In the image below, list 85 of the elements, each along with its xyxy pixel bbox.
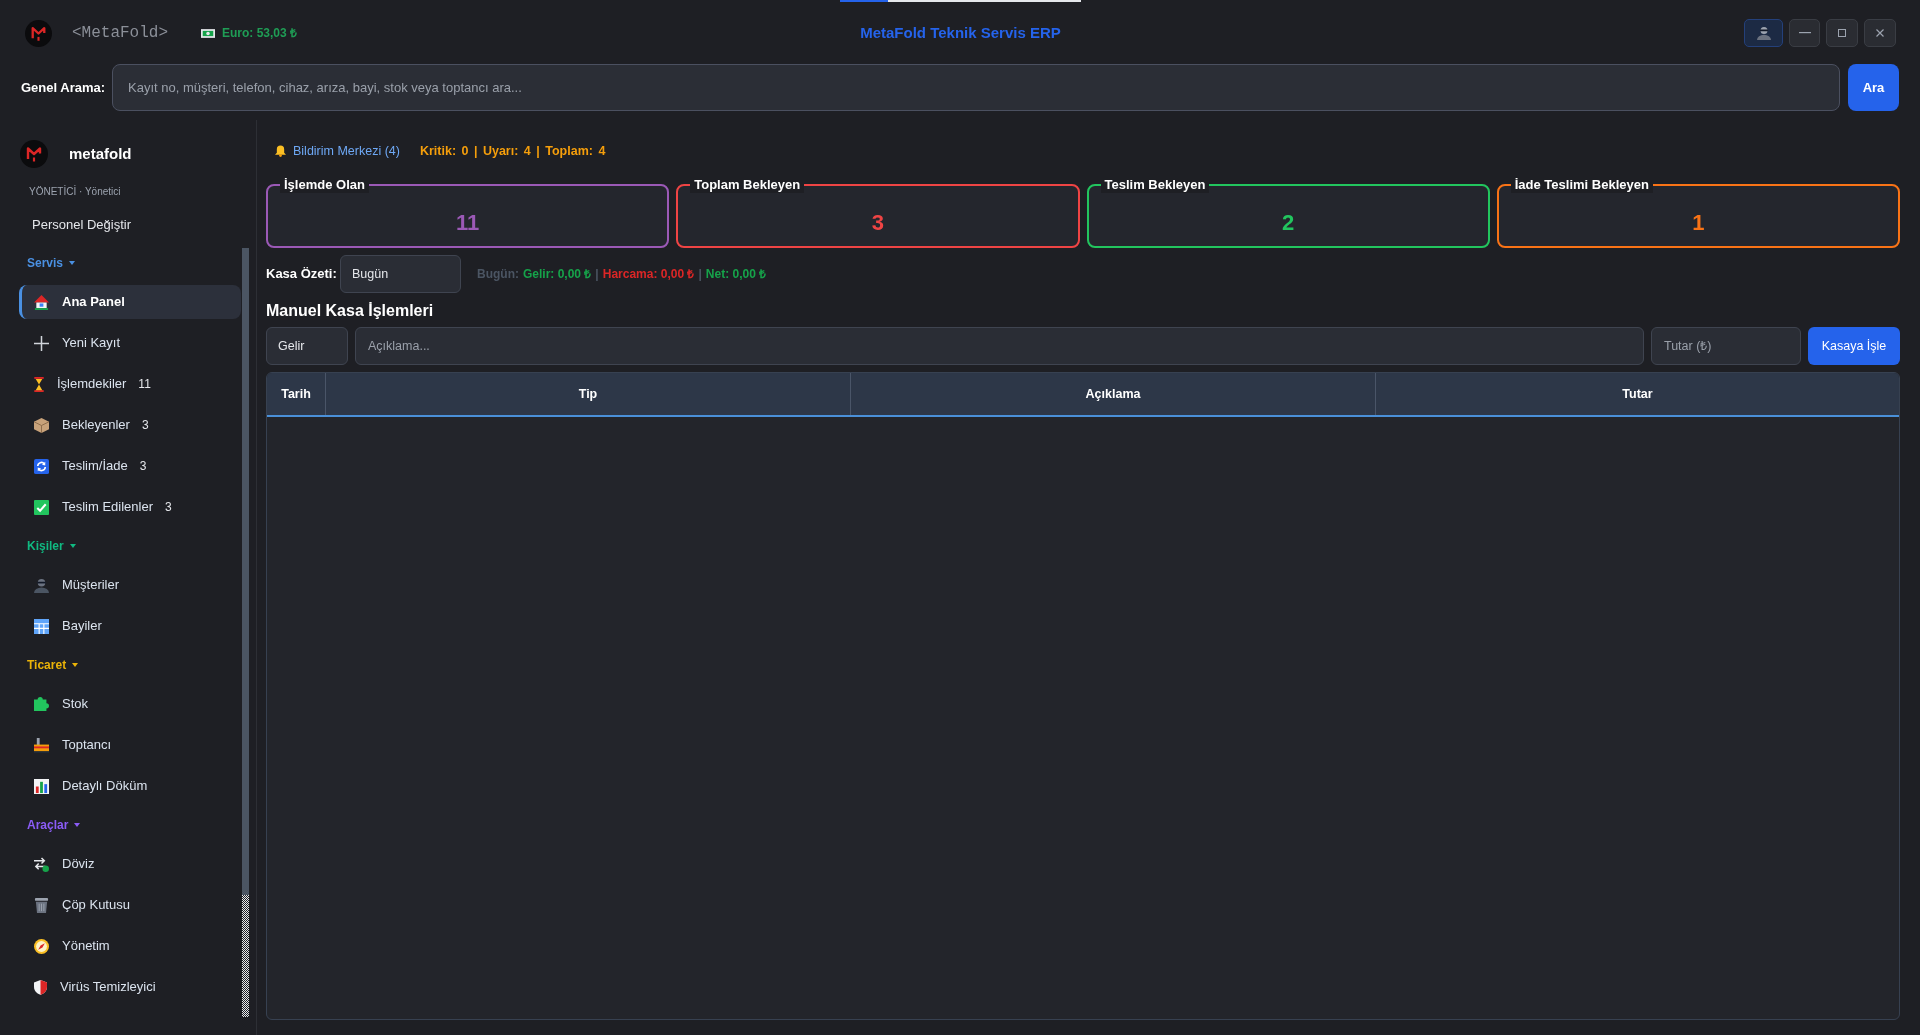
person-icon <box>1756 26 1771 40</box>
close-button[interactable] <box>1864 19 1896 47</box>
minimize-icon <box>1798 32 1811 34</box>
card-value: 3 <box>871 209 884 237</box>
cash-summary-value: | <box>595 266 599 283</box>
nav-item[interactable]: Çöp Kutusu <box>19 888 241 922</box>
nav-item[interactable]: İşlemdekiler 11 <box>19 367 241 401</box>
section-header[interactable]: Kişiler <box>19 531 76 561</box>
nav-item[interactable]: Döviz <box>19 847 241 881</box>
switch-user-button[interactable]: Personel Değiştir <box>32 216 131 234</box>
nav-item[interactable]: Teslim Edilenler 3 <box>19 490 241 524</box>
cash-summary-value: Gelir: 0,00 ₺ <box>523 266 592 283</box>
nav-item[interactable]: Stok <box>19 687 241 721</box>
card-value: 1 <box>1692 209 1705 237</box>
item-count: 3 <box>165 499 172 516</box>
nav-item[interactable]: Virüs Temizleyici <box>19 970 241 1004</box>
section-header[interactable]: Servis <box>19 248 76 278</box>
card-title: Toplam Bekleyen <box>690 177 805 193</box>
card-title: Teslim Bekleyen <box>1100 177 1210 193</box>
nav-item[interactable]: Toptancı <box>19 728 241 762</box>
column-header: Tarih <box>280 385 312 403</box>
checkmark-icon <box>34 499 49 515</box>
cash-summary-value: Bugün: <box>477 266 519 283</box>
arrows-cycle-icon <box>34 458 49 474</box>
card-title: İade Teslimi Bekleyen <box>1510 177 1653 193</box>
period-select[interactable]: Bugün <box>340 255 461 293</box>
cash-summary-value: Net: 0,00 ₺ <box>705 266 767 283</box>
notification-stats: Kritik: 0 | Uyarı: 4 | Toplam: 4 <box>419 142 606 160</box>
banknote-icon <box>201 28 215 38</box>
currency-rate: Euro: 53,03 ₺ <box>222 25 298 42</box>
type-select[interactable]: Gelir <box>266 327 348 365</box>
search-button[interactable]: Ara <box>1848 64 1899 111</box>
factory-icon <box>34 737 49 753</box>
section-heading: Manuel Kasa İşlemleri <box>266 301 434 321</box>
cash-summary-label: Kasa Özeti: <box>266 265 338 284</box>
cash-summary-value: Harcama: 0,00 ₺ <box>602 266 695 283</box>
compass-icon <box>34 938 49 954</box>
table-grid-icon <box>34 618 49 634</box>
nav-item[interactable]: Detaylı Döküm <box>19 769 241 803</box>
column-header: Tutar <box>1375 373 1899 415</box>
amount-field[interactable]: Tutar (₺) <box>1651 327 1801 365</box>
item-count: 3 <box>141 417 149 434</box>
section-header[interactable]: Ticaret <box>19 650 79 680</box>
nav-item[interactable]: Bayiler <box>19 609 241 643</box>
user-button[interactable] <box>1744 19 1783 47</box>
bar-chart-icon <box>34 778 49 794</box>
section-header[interactable]: Araçlar <box>19 810 81 840</box>
description-field[interactable]: Açıklama... <box>355 327 1644 365</box>
plus-icon <box>34 335 49 351</box>
item-count: 11 <box>138 376 151 393</box>
nav-item[interactable]: Ana Panel <box>19 285 241 319</box>
shield-icon <box>34 979 47 995</box>
nav-item[interactable]: Teslim/İade 3 <box>19 449 241 483</box>
nav-item[interactable]: Müşteriler <box>19 568 241 602</box>
app-title: MetaFold Teknik Servis ERP <box>860 22 1061 43</box>
card-title: İşlemde Olan <box>280 177 369 193</box>
item-count: 3 <box>139 458 147 475</box>
card-value: 2 <box>1282 209 1295 237</box>
close-icon <box>1876 29 1884 37</box>
bell-icon <box>275 145 286 157</box>
package-icon <box>34 417 49 433</box>
hourglass-icon <box>34 376 44 392</box>
notification-center-link[interactable]: Bildirim Merkezi (4) <box>293 141 400 161</box>
maximize-icon <box>1838 29 1846 37</box>
nav-item[interactable]: Bekleyenler 3 <box>19 408 241 442</box>
trash-icon <box>34 897 49 913</box>
card-value: 11 <box>456 209 480 237</box>
logo-icon <box>25 19 52 47</box>
user-role: YÖNETİCİ · Yönetici <box>29 185 121 199</box>
exchange-icon <box>34 856 49 872</box>
cash-summary-value: | <box>698 266 702 283</box>
search-label: Genel Arama: <box>21 78 104 97</box>
nav-item[interactable]: Yeni Kayıt <box>19 326 241 360</box>
house-icon <box>34 294 49 310</box>
username: metafold <box>69 143 132 164</box>
nav-item[interactable]: Yönetim <box>19 929 241 963</box>
app-tag: <MetaFold> <box>72 21 168 45</box>
submit-cash-button[interactable]: Kasaya İşle <box>1808 327 1900 365</box>
person-icon <box>34 577 49 593</box>
maximize-button[interactable] <box>1826 19 1858 47</box>
column-header: Tip <box>325 373 850 415</box>
puzzle-icon <box>34 697 49 711</box>
search-field[interactable]: Kayıt no, müşteri, telefon, cihaz, arıza, bayi, stok veya toptancı ara... <box>112 64 1840 111</box>
column-header: Açıklama <box>850 373 1375 415</box>
logo-icon <box>20 140 48 168</box>
